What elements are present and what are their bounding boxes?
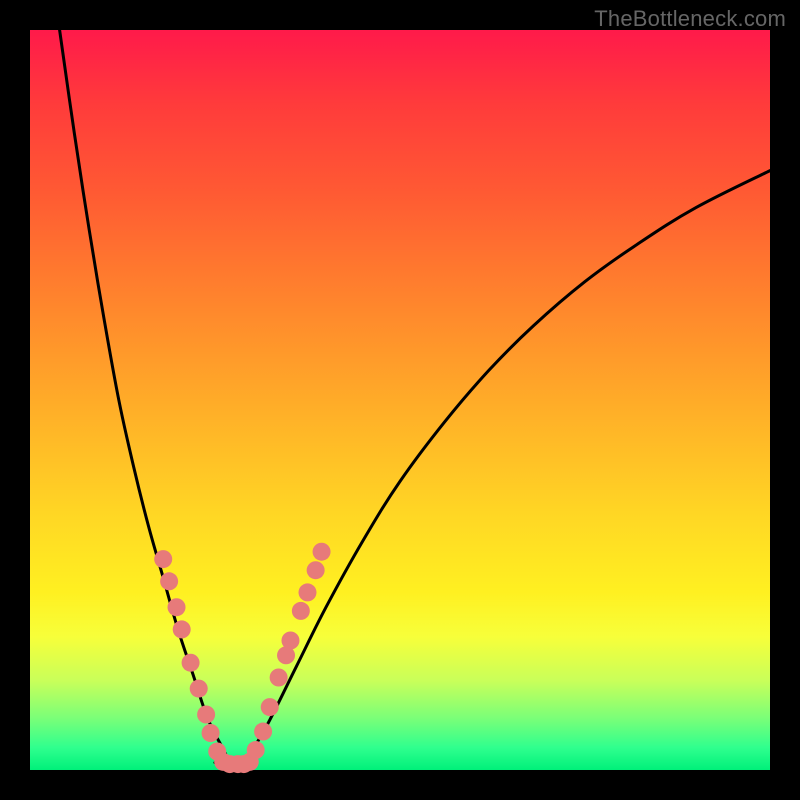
data-dot: [307, 561, 325, 579]
data-dot: [190, 680, 208, 698]
dot-group: [154, 543, 330, 773]
data-dot: [202, 724, 220, 742]
curve-group: [60, 30, 770, 767]
curve-left-curve: [60, 30, 230, 763]
data-dot: [261, 698, 279, 716]
data-dot: [254, 723, 272, 741]
data-dot: [299, 583, 317, 601]
data-dot: [292, 602, 310, 620]
data-dot: [313, 543, 331, 561]
data-dot: [160, 572, 178, 590]
data-dot: [197, 706, 215, 724]
data-dot: [173, 620, 191, 638]
data-dot: [270, 669, 288, 687]
chart-overlay: [30, 30, 770, 770]
data-dot: [182, 654, 200, 672]
data-dot: [281, 632, 299, 650]
watermark-text: TheBottleneck.com: [594, 6, 786, 32]
data-dot: [154, 550, 172, 568]
plot-area: [30, 30, 770, 770]
data-dot: [247, 741, 265, 759]
data-dot: [168, 598, 186, 616]
curve-right-curve: [245, 171, 770, 763]
chart-frame: TheBottleneck.com: [0, 0, 800, 800]
